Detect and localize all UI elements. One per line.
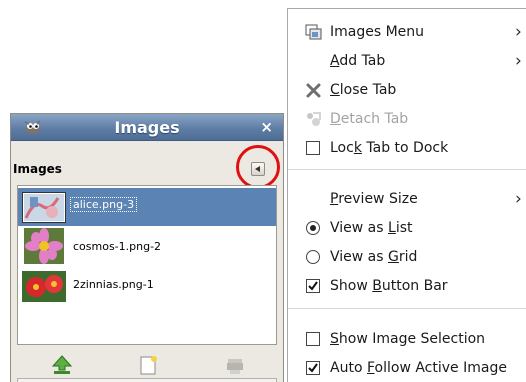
- submenu-arrow-icon: ›: [515, 51, 522, 71]
- tab-label: Images: [13, 162, 62, 176]
- close-icon[interactable]: ×: [260, 118, 273, 136]
- close-tab-icon: [306, 83, 321, 98]
- submenu-arrow-icon: ›: [515, 189, 522, 209]
- show-image-selection-checkbox[interactable]: [306, 332, 320, 346]
- zinnias-thumbnail: [22, 271, 66, 302]
- list-item-label: 2zinnias.png-1: [73, 278, 154, 291]
- menu-item-images-menu[interactable]: Images Menu ›: [288, 18, 526, 47]
- show-button-bar-checkbox[interactable]: [306, 279, 320, 293]
- menu-item-preview-size[interactable]: Preview Size ›: [288, 185, 526, 214]
- view-as-list-radio[interactable]: [306, 221, 320, 235]
- auto-follow-checkbox[interactable]: [306, 361, 320, 375]
- tab-popup-menu: Images Menu › Add Tab › Close Tab Detach…: [287, 8, 526, 382]
- list-item-label: cosmos-1.png-2: [73, 240, 162, 253]
- button-bar: [17, 348, 277, 378]
- view-as-grid-radio[interactable]: [306, 250, 320, 264]
- menu-item-detach-tab: Detach Tab: [288, 105, 526, 134]
- raise-image-icon[interactable]: [51, 354, 73, 376]
- menu-item-view-as-list[interactable]: View as List: [288, 214, 526, 243]
- alice-thumbnail: [22, 192, 66, 223]
- menu-separator: [288, 308, 526, 309]
- highlight-ring: [236, 145, 280, 189]
- image-list[interactable]: alice.png-3 cosmos-1.png-2 2zinnias.png-…: [17, 185, 277, 345]
- images-menu-icon: [305, 24, 322, 40]
- images-dockable: Images × Images alice.png-3 cosmos-1.png…: [10, 113, 284, 382]
- detach-tab-icon: [307, 112, 321, 126]
- menu-item-view-as-grid[interactable]: View as Grid: [288, 243, 526, 272]
- submenu-arrow-icon: ›: [515, 22, 522, 42]
- dock-title: Images: [114, 118, 180, 137]
- new-image-icon[interactable]: [137, 354, 159, 376]
- lock-tab-checkbox[interactable]: [306, 141, 320, 155]
- cosmos-thumbnail: [24, 228, 64, 264]
- list-item[interactable]: alice.png-3: [18, 188, 276, 226]
- delete-image-icon: [227, 359, 243, 374]
- menu-item-show-button-bar[interactable]: Show Button Bar: [288, 272, 526, 301]
- menu-item-lock-tab[interactable]: Lock Tab to Dock: [288, 134, 526, 163]
- dock-titlebar[interactable]: Images ×: [11, 114, 283, 141]
- menu-item-show-image-selection[interactable]: Show Image Selection: [288, 325, 526, 354]
- menu-item-add-tab[interactable]: Add Tab ›: [288, 47, 526, 76]
- list-item[interactable]: cosmos-1.png-2: [18, 227, 276, 265]
- menu-separator: [288, 169, 526, 170]
- menu-item-auto-follow-active-image[interactable]: Auto Follow Active Image: [288, 354, 526, 382]
- menu-item-close-tab[interactable]: Close Tab: [288, 76, 526, 105]
- list-item-label: alice.png-3: [70, 197, 138, 212]
- list-item[interactable]: 2zinnias.png-1: [18, 267, 276, 305]
- status-strip: [17, 378, 277, 382]
